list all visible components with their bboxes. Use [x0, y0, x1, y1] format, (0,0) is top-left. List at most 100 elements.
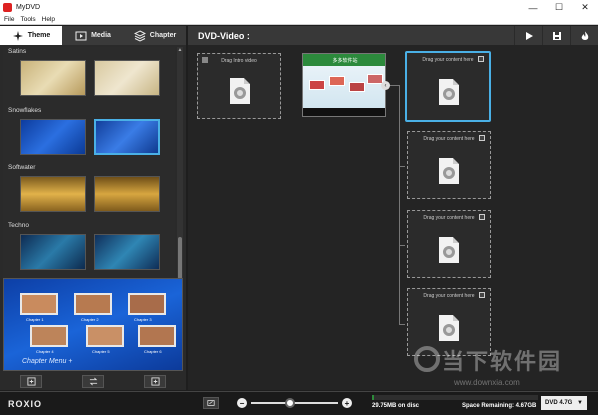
connector-line — [399, 324, 405, 325]
add-button[interactable] — [144, 375, 166, 388]
preview-chapter-thumb — [86, 325, 124, 347]
connector-line — [399, 85, 400, 325]
theme-group-snowflakes: Snowflakes — [3, 107, 175, 161]
content-dropzone-selected[interactable]: Drag your content here — [405, 51, 491, 122]
connector-line — [399, 245, 405, 246]
window-title: MyDVD — [16, 4, 41, 11]
theme-thumbnail[interactable] — [94, 176, 160, 212]
preview-chapter-label: Chapter 3 — [134, 317, 152, 322]
swap-button[interactable] — [82, 375, 104, 388]
theme-icon — [12, 30, 23, 41]
content-dropzone-label: Drag your content here — [422, 57, 474, 63]
chapter-icon — [133, 29, 146, 42]
theme-group-softwater: Softwater — [3, 164, 175, 218]
watermark-brand: 当下软件园 — [442, 349, 563, 374]
save-icon — [552, 31, 561, 40]
film-icon — [75, 31, 87, 40]
scroll-up-icon[interactable]: ▲ — [177, 47, 183, 53]
project-title: DVD-Video : — [198, 30, 250, 41]
tab-theme[interactable]: Theme — [0, 26, 62, 45]
disc-type-select[interactable]: DVD 4.7G ▼ — [541, 396, 587, 410]
import-theme-icon — [26, 377, 36, 386]
theme-group-satins: Satins — [3, 48, 175, 102]
add-icon — [150, 377, 160, 386]
preview-chapter-thumb — [128, 293, 166, 315]
intro-dropzone-label: Drag Intro video — [221, 58, 257, 64]
tab-media-label: Media — [91, 32, 111, 39]
theme-list-scrollbar[interactable]: ▲ ▼ — [177, 47, 183, 299]
preview-chapter-label: Chapter 6 — [144, 349, 162, 354]
content-dropzone[interactable]: Drag your content here — [407, 210, 491, 278]
disc-usage-fill — [372, 395, 374, 400]
zoom-in-button[interactable]: + — [342, 398, 352, 408]
preview-chapter-label: Chapter 5 — [92, 349, 110, 354]
menu-help[interactable]: Help — [42, 16, 55, 23]
menu-tools[interactable]: Tools — [20, 16, 35, 23]
content-dropzone-label: Drag your content here — [423, 136, 475, 142]
theme-thumbnail[interactable] — [94, 234, 160, 270]
preview-chapter-label: Chapter 1 — [26, 317, 44, 322]
menu-bar: File Tools Help — [0, 15, 598, 25]
theme-group-name: Snowflakes — [8, 107, 42, 114]
theme-thumbnail[interactable] — [20, 234, 86, 270]
tab-chapter[interactable]: Chapter — [124, 26, 186, 45]
preview-chapter-thumb — [20, 293, 58, 315]
disc-usage-text: 29.75MB on disc — [372, 403, 420, 409]
theme-thumbnail[interactable] — [20, 119, 86, 155]
screenshot-button[interactable] — [203, 397, 219, 409]
play-icon — [525, 31, 533, 40]
disc-file-icon — [439, 158, 459, 184]
theme-group-name: Techno — [8, 222, 29, 229]
app-icon — [3, 3, 12, 12]
preview-chapter-thumb — [30, 325, 68, 347]
disc-file-icon — [230, 78, 250, 104]
theme-thumbnail[interactable] — [20, 60, 86, 96]
save-button[interactable] — [542, 26, 570, 45]
preview-menu-label: Chapter Menu + — [22, 358, 73, 365]
content-checkbox[interactable] — [479, 135, 485, 141]
theme-thumbnail[interactable] — [94, 60, 160, 96]
header-buttons — [514, 26, 598, 45]
space-remaining-text: Space Remaining: 4.67GB — [462, 403, 537, 409]
theme-list: Satins Snowflakes Softwater Techno — [3, 47, 175, 299]
menu-thumbnail-image — [309, 80, 325, 90]
content-dropzone-label: Drag your content here — [423, 215, 475, 221]
import-theme-button[interactable] — [20, 375, 42, 388]
disc-file-icon — [439, 315, 459, 341]
main-header: DVD-Video : — [188, 26, 598, 45]
maximize-button[interactable]: ☐ — [546, 0, 572, 15]
menu-thumbnail-image — [329, 76, 345, 86]
collapse-arrow-icon[interactable]: ‹ — [381, 81, 390, 90]
roxio-logo: ROXIO — [8, 399, 43, 409]
theme-thumbnail[interactable] — [20, 176, 86, 212]
menu-thumbnail-title: 多多软件站 — [303, 54, 385, 66]
menu-thumbnail-body — [303, 66, 385, 108]
intro-dropzone[interactable]: Drag Intro video — [197, 53, 281, 119]
tab-chapter-label: Chapter — [149, 32, 177, 39]
window-controls: — ☐ ✕ — [520, 0, 598, 15]
watermark-url: www.downxia.com — [454, 378, 520, 387]
content-checkbox[interactable] — [479, 292, 485, 298]
zoom-out-button[interactable]: − — [237, 398, 247, 408]
content-checkbox[interactable] — [479, 214, 485, 220]
theme-thumbnail-selected[interactable] — [94, 119, 160, 155]
minimize-button[interactable]: — — [520, 0, 546, 15]
burn-button[interactable] — [570, 26, 598, 45]
theme-group-name: Satins — [8, 48, 27, 55]
content-dropzone[interactable]: Drag your content here — [407, 131, 491, 199]
watermark: 当下软件园 www.downxia.com — [410, 340, 590, 390]
play-button[interactable] — [514, 26, 542, 45]
menu-preview: Chapter 1 Chapter 2 Chapter 3 Chapter 4 … — [3, 278, 183, 371]
close-button[interactable]: ✕ — [572, 0, 598, 15]
content-checkbox[interactable] — [478, 56, 484, 62]
disc-usage-bar — [372, 395, 538, 400]
chevron-down-icon: ▼ — [577, 400, 583, 406]
left-toolbar — [0, 373, 186, 390]
zoom-slider-thumb[interactable] — [285, 398, 296, 408]
disc-file-icon — [439, 79, 459, 105]
menu-file[interactable]: File — [4, 16, 14, 23]
disc-type-value: DVD 4.7G — [545, 400, 573, 406]
tab-media[interactable]: Media — [62, 26, 124, 45]
preview-chapter-thumb — [138, 325, 176, 347]
menu-thumbnail[interactable]: 多多软件站 — [302, 53, 386, 117]
